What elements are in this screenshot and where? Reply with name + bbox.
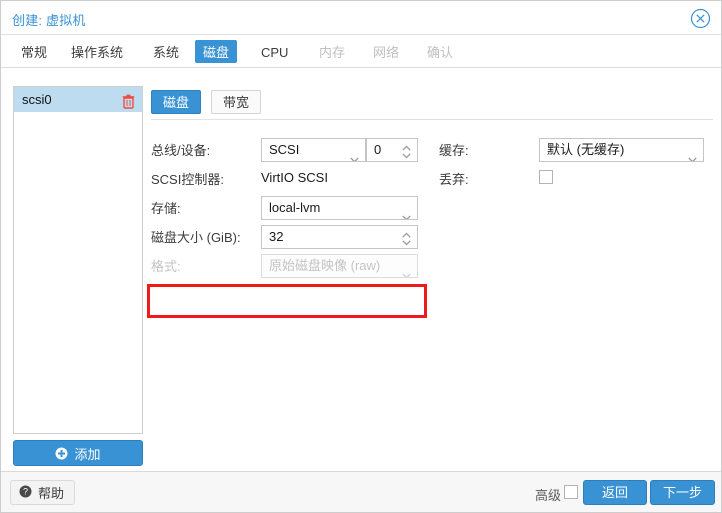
disk-list-panel: scsi0 <box>13 86 143 434</box>
spinner-updown-icon[interactable] <box>402 144 411 159</box>
tab-disks[interactable]: 磁盘 <box>195 40 238 63</box>
format-select: 原始磁盘映像 (raw) <box>261 254 418 278</box>
row-format: 格式: 原始磁盘映像 (raw) <box>151 254 451 280</box>
storage-label: 存储: <box>151 201 181 216</box>
disk-size-input[interactable]: 32 <box>261 225 418 249</box>
cache-select[interactable]: 默认 (无缓存) <box>539 138 704 162</box>
advanced-label: 高级 <box>534 488 561 503</box>
dialog-body: scsi0 添加 磁盘 带宽 总线/设备: SCSI 0 缓存: 默认 (无缓存… <box>1 68 721 471</box>
subtab-bandwidth[interactable]: 带宽 <box>211 90 262 114</box>
tab-confirm: 确认 <box>427 45 454 60</box>
create-vm-dialog: 创建: 虚拟机 常规 操作系统 系统 磁盘 CPU 内存 网络 确认 scsi0 <box>0 0 722 513</box>
discard-checkbox[interactable] <box>539 170 553 184</box>
chevron-down-icon <box>350 148 359 161</box>
chevron-down-icon <box>402 264 411 277</box>
chevron-down-icon <box>688 148 697 161</box>
subtab-disk[interactable]: 磁盘 <box>151 90 202 114</box>
format-label: 格式: <box>151 259 181 274</box>
question-circle-icon: ? <box>19 485 32 501</box>
cache-label: 缓存: <box>439 143 469 158</box>
disk-form: 磁盘 带宽 总线/设备: SCSI 0 缓存: 默认 (无缓存) SCSI控制器… <box>151 68 721 471</box>
add-disk-button[interactable]: 添加 <box>13 440 143 466</box>
next-button[interactable]: 下一步 <box>649 480 715 505</box>
bus-device-label: 总线/设备: <box>151 143 211 158</box>
row-bus-device: 总线/设备: SCSI 0 缓存: 默认 (无缓存) <box>151 138 711 164</box>
trash-icon[interactable] <box>122 92 135 109</box>
tab-system[interactable]: 系统 <box>145 40 187 63</box>
cache-select-value: 默认 (无缓存) <box>547 142 625 157</box>
plus-circle-icon <box>55 447 68 460</box>
device-number-value: 0 <box>374 142 382 157</box>
disk-size-value: 32 <box>269 229 284 244</box>
format-select-value: 原始磁盘映像 (raw) <box>269 258 381 273</box>
bus-select[interactable]: SCSI <box>261 138 366 162</box>
dialog-footer: ? 帮助 高级 返回 下一步 <box>1 471 721 512</box>
disk-list-item-label: scsi0 <box>22 92 52 107</box>
back-button[interactable]: 返回 <box>583 480 647 505</box>
row-scsi-controller: SCSI控制器: VirtIO SCSI 丢弃: <box>151 167 711 193</box>
help-button[interactable]: ? 帮助 <box>10 480 76 505</box>
tab-os[interactable]: 操作系统 <box>63 40 131 63</box>
discard-label: 丢弃: <box>439 172 469 187</box>
disk-size-label: 磁盘大小 (GiB): <box>151 230 241 245</box>
tab-general[interactable]: 常规 <box>13 40 55 63</box>
subtab-divider <box>151 119 713 120</box>
storage-select-value: local-lvm <box>269 200 321 215</box>
advanced-checkbox[interactable] <box>564 485 578 499</box>
scsi-controller-value: VirtIO SCSI <box>261 170 328 185</box>
row-storage: 存储: local-lvm <box>151 196 451 222</box>
tab-network: 网络 <box>373 45 400 60</box>
add-disk-label: 添加 <box>74 446 101 462</box>
tab-cpu[interactable]: CPU <box>253 40 296 63</box>
device-number-input[interactable]: 0 <box>366 138 418 162</box>
row-disk-size: 磁盘大小 (GiB): 32 <box>151 225 451 251</box>
list-item[interactable]: scsi0 <box>14 87 142 112</box>
close-circle-icon[interactable] <box>690 8 711 29</box>
storage-select[interactable]: local-lvm <box>261 196 418 220</box>
wizard-tabbar: 常规 操作系统 系统 磁盘 CPU 内存 网络 确认 <box>1 35 721 68</box>
dialog-titlebar: 创建: 虚拟机 <box>1 1 721 35</box>
bus-select-value: SCSI <box>269 142 300 157</box>
help-button-label: 帮助 <box>38 486 65 501</box>
dialog-title: 创建: 虚拟机 <box>12 13 86 28</box>
svg-text:?: ? <box>23 486 28 496</box>
tab-memory: 内存 <box>319 45 346 60</box>
chevron-down-icon <box>402 206 411 219</box>
spinner-updown-icon[interactable] <box>402 231 411 246</box>
scsi-controller-label: SCSI控制器: <box>151 172 224 187</box>
